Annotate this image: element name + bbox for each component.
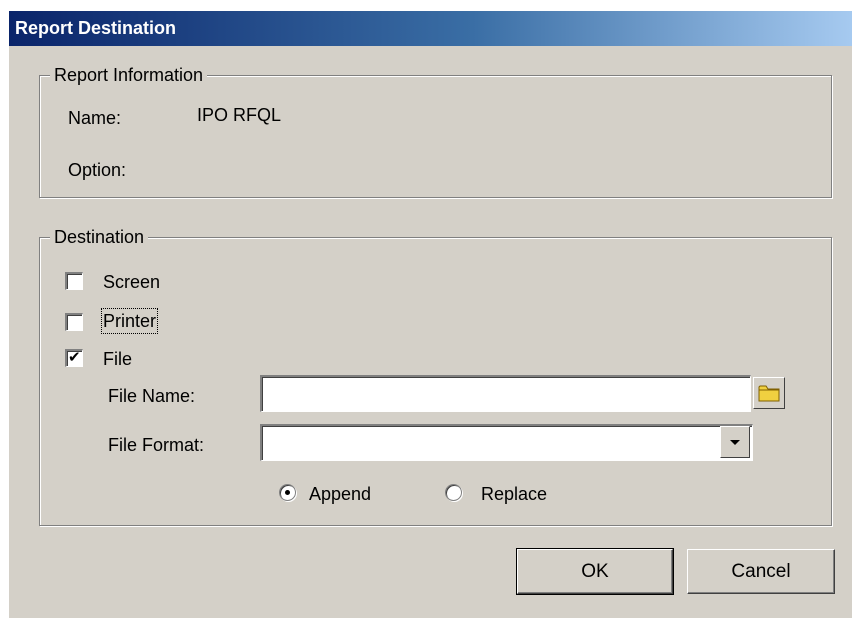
chevron-down-icon	[730, 440, 740, 445]
radio-selected-dot	[285, 490, 290, 495]
option-label: Option:	[68, 160, 127, 180]
printer-checkbox[interactable]	[65, 313, 83, 331]
append-radio[interactable]	[279, 484, 296, 501]
destination-legend: Destination	[50, 226, 149, 248]
file-name-input[interactable]	[260, 375, 751, 412]
file-format-select[interactable]	[260, 424, 753, 461]
printer-label[interactable]: Printer	[100, 308, 159, 334]
browse-button[interactable]	[753, 377, 785, 409]
file-format-dropdown-button[interactable]	[720, 426, 750, 458]
name-value: IPO RFQL	[197, 105, 282, 125]
ok-button[interactable]: OK	[516, 548, 674, 595]
name-label: Name:	[68, 108, 122, 128]
file-name-label: File Name:	[108, 386, 196, 406]
report-information-legend: Report Information	[50, 64, 208, 86]
dialog-title: Report Destination	[9, 11, 852, 46]
file-label[interactable]: File	[103, 348, 132, 370]
append-label[interactable]: Append	[309, 483, 371, 505]
replace-label[interactable]: Replace	[481, 483, 547, 505]
file-format-label: File Format:	[108, 435, 205, 455]
report-information-group: Report Information	[39, 64, 832, 198]
cancel-button[interactable]: Cancel	[687, 549, 835, 594]
report-destination-dialog: Report Destination Report Information Na…	[9, 11, 852, 618]
screen-checkbox[interactable]	[65, 272, 83, 290]
folder-icon	[758, 385, 780, 402]
file-checkbox[interactable]: ✔	[65, 349, 83, 367]
checkmark-icon: ✔	[68, 349, 81, 366]
replace-radio[interactable]	[445, 484, 462, 501]
screen-label[interactable]: Screen	[103, 271, 160, 293]
